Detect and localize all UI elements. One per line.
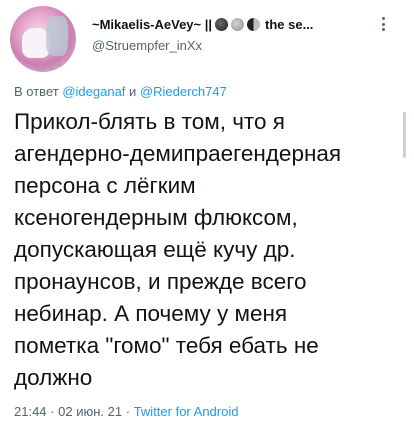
meta-separator: ·	[125, 404, 131, 419]
tweet-line: Прикол-блять в том, что я	[14, 109, 285, 134]
reply-conjunction: и	[129, 84, 137, 99]
more-vertical-icon[interactable]	[376, 17, 390, 31]
tweet-date[interactable]: 02 июн. 21	[58, 404, 122, 419]
display-name[interactable]: ~Mikaelis-AeVey~ ||	[92, 17, 212, 32]
mention-link-ideganaf[interactable]: @ideganaf	[62, 84, 125, 99]
reply-prefix: В ответ	[14, 84, 59, 99]
mention-link-riederch747[interactable]: @Riederch747	[140, 84, 227, 99]
tweet-source-link[interactable]: Twitter for Android	[134, 404, 239, 419]
tweet-time[interactable]: 21:44	[14, 404, 47, 419]
half-moon-emoji-icon	[247, 17, 261, 31]
reply-context: В ответ @ideganaf и @Riederch747	[14, 84, 227, 99]
tweet-header: ~Mikaelis-AeVey~ || the se... @Struempfe…	[0, 0, 414, 78]
tweet-line: должно	[14, 365, 93, 390]
user-handle[interactable]: @Struempfer_inXx	[92, 38, 202, 53]
tweet-line: допускающая ещё кучу др.	[14, 237, 296, 262]
tweet-line: пронаунсов, и прежде всего	[14, 269, 307, 294]
display-name-suffix[interactable]: the se...	[265, 17, 313, 32]
avatar[interactable]	[10, 6, 76, 72]
tweet-line: персона с лёгким	[14, 173, 196, 198]
user-name-line[interactable]: ~Mikaelis-AeVey~ || the se...	[92, 14, 382, 34]
tweet-line: ксеногендерным флюксом,	[14, 205, 298, 230]
tweet-metadata: 21:44 · 02 июн. 21 · Twitter for Android	[14, 404, 238, 419]
tweet-line: пометка "гомо" тебя ебать не	[14, 333, 319, 358]
meta-separator: ·	[50, 404, 55, 419]
tweet-line: небинар. А почему у меня	[14, 301, 288, 326]
tweet-text: Прикол-блять в том, что я агендерно-деми…	[14, 106, 394, 394]
grey-circle-emoji-icon	[231, 17, 245, 31]
scrollbar[interactable]	[403, 112, 406, 158]
black-circle-emoji-icon	[215, 17, 229, 31]
tweet-line: агендерно-демипраегендерная	[14, 141, 342, 166]
